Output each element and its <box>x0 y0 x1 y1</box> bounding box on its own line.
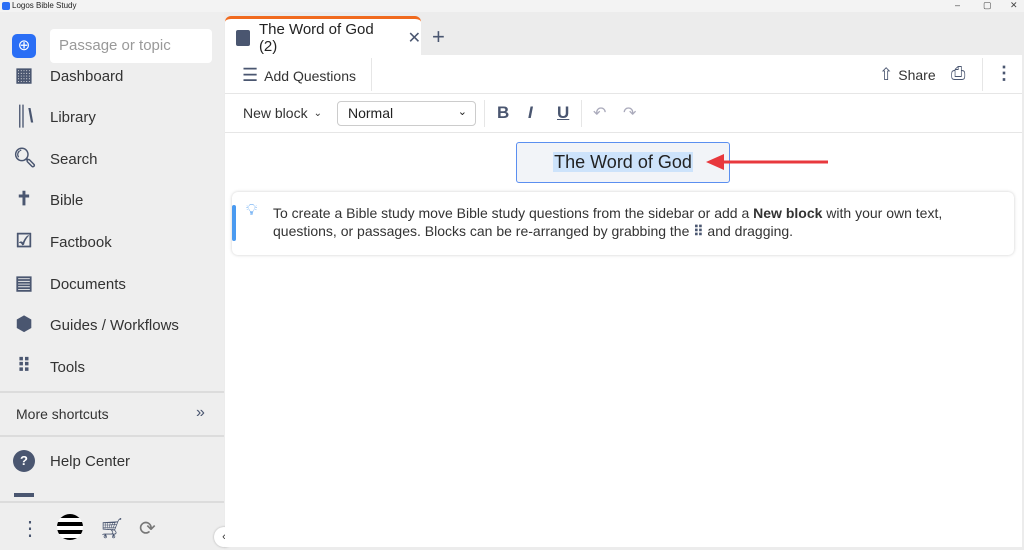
divider <box>0 391 224 393</box>
hint-text-part: and dragging. <box>703 223 794 239</box>
divider <box>371 58 372 91</box>
share-icon: ⇧ <box>879 65 894 84</box>
hint-card: 💡︎ To create a Bible study move Bible st… <box>232 192 1014 255</box>
hint-text-bold: New block <box>753 205 823 221</box>
top-toolbar: ☰ Add Questions ⇧ Share ⎙ ⋮ <box>225 55 1022 94</box>
style-value: Normal <box>348 105 394 121</box>
dashboard-icon: ▦ <box>15 65 33 86</box>
lightbulb-icon: 💡︎ <box>246 202 258 219</box>
sidebar-item-guides[interactable]: ⬢ Guides / Workflows <box>0 305 224 345</box>
sidebar-item-label: Library <box>50 108 96 126</box>
more-shortcuts[interactable]: More shortcuts <box>16 406 109 422</box>
sidebar-item-label: Help Center <box>50 452 131 470</box>
factbook-icon: ☑ <box>15 231 33 252</box>
sidebar-item-help-center[interactable]: ? Help Center <box>0 441 224 481</box>
divider <box>0 501 224 503</box>
document-panel: ☰ Add Questions ⇧ Share ⎙ ⋮ New block ⌄ Nor… <box>225 55 1022 547</box>
divider <box>581 100 582 127</box>
sidebar-item-label: Search <box>50 150 98 168</box>
title-bar: Logos Bible Study – ▢ ✕ <box>0 0 1024 12</box>
cart-icon[interactable]: 🛒︎ <box>99 516 124 541</box>
new-tab-button[interactable]: + <box>432 24 445 50</box>
double-chevron-right-icon[interactable]: » <box>196 404 205 422</box>
redo-icon[interactable]: ↷ <box>623 103 636 123</box>
new-block-dropdown[interactable]: New block ⌄ <box>243 105 322 121</box>
help-icon: ? <box>13 450 35 472</box>
sidebar-item-tools[interactable]: ⠿ Tools <box>0 347 224 387</box>
more-options-icon[interactable]: ⋮ <box>20 516 40 541</box>
bold-button[interactable]: B <box>497 103 509 123</box>
tab-the-word-of-god[interactable]: The Word of God (2) ✕ <box>225 16 421 56</box>
underline-button[interactable]: U <box>557 103 569 123</box>
chevron-down-icon: ⌄ <box>313 107 322 119</box>
undo-icon[interactable]: ↶ <box>593 103 606 123</box>
close-tab-icon[interactable]: ✕ <box>408 28 421 48</box>
partial-item-icon <box>14 493 34 498</box>
chevron-down-icon: ⌄ <box>457 106 467 118</box>
search-icon: 🔍︎ <box>13 148 38 169</box>
document-icon <box>236 29 250 46</box>
divider <box>484 100 485 127</box>
add-questions-button[interactable]: ☰ Add Questions <box>242 65 356 86</box>
sidebar-item-library[interactable]: ║\ Library <box>0 97 224 137</box>
sidebar-item-label: Tools <box>50 358 86 376</box>
guides-icon: ⬢ <box>15 314 33 335</box>
share-button[interactable]: ⇧ Share <box>879 65 936 85</box>
divider <box>0 435 224 437</box>
sync-icon[interactable]: ⟳ <box>139 516 156 541</box>
drag-handle-icon: ⠿ <box>693 223 704 239</box>
sidebar-item-search[interactable]: 🔍︎ Search <box>0 139 224 179</box>
library-icon: ║\ <box>14 106 34 127</box>
logos-home-icon[interactable]: ⊕ <box>12 34 36 58</box>
print-icon[interactable]: ⎙ <box>951 63 965 84</box>
new-block-label: New block <box>243 105 308 121</box>
add-questions-label: Add Questions <box>264 67 356 84</box>
sidebar: ⊕ Passage or topic ▦ Dashboard ║\ Library … <box>0 12 234 550</box>
tab-label: The Word of God (2) <box>258 20 374 55</box>
documents-icon: ▤ <box>15 273 33 294</box>
window-title: Logos Bible Study <box>12 1 77 10</box>
italic-button[interactable]: I <box>528 103 533 123</box>
close-window-button[interactable]: ✕ <box>1010 0 1018 11</box>
share-label: Share <box>898 67 936 83</box>
sidebar-item-label: Dashboard <box>50 67 124 85</box>
minimize-button[interactable]: – <box>955 0 960 10</box>
app-logo-icon <box>2 2 10 10</box>
document-title-input[interactable]: The Word of God <box>516 142 730 183</box>
bible-icon: ✝ <box>16 189 32 210</box>
divider <box>982 58 983 91</box>
hint-text: To create a Bible study move Bible study… <box>273 204 1003 240</box>
sidebar-item-documents[interactable]: ▤ Documents <box>0 264 224 304</box>
format-toolbar: New block ⌄ Normal ⌄ B I U ↶ ↷ <box>225 94 1022 133</box>
more-options-icon[interactable]: ⋮ <box>995 63 1013 84</box>
sidebar-item-bible[interactable]: ✝ Bible <box>0 180 224 220</box>
sidebar-item-factbook[interactable]: ☑ Factbook <box>0 222 224 262</box>
sidebar-item-label: Factbook <box>50 233 112 251</box>
paragraph-style-select[interactable]: Normal ⌄ <box>337 101 476 126</box>
document-title-text: The Word of God <box>553 152 693 172</box>
hint-accent-bar <box>232 205 236 241</box>
menu-icon: ☰ <box>242 65 259 85</box>
avatar[interactable] <box>57 514 83 540</box>
tools-icon: ⠿ <box>17 356 31 377</box>
maximize-button[interactable]: ▢ <box>983 0 992 11</box>
sidebar-item-dashboard[interactable]: ▦ Dashboard <box>0 56 224 96</box>
annotation-arrow <box>706 154 828 170</box>
sidebar-item-label: Documents <box>50 275 126 293</box>
sidebar-item-label: Guides / Workflows <box>50 316 179 334</box>
sidebar-item-label: Bible <box>50 191 84 209</box>
hint-text-part: To create a Bible study move Bible study… <box>273 205 754 221</box>
